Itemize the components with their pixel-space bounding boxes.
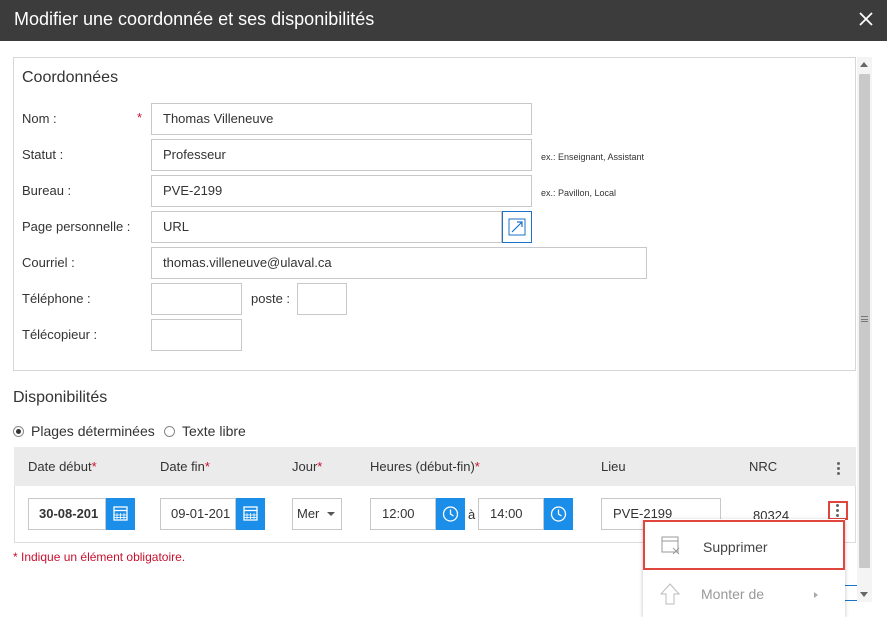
- heure-debut-input[interactable]: 12:00: [370, 498, 436, 530]
- partial-button-edge[interactable]: [845, 585, 857, 601]
- statut-label: Statut :: [22, 147, 64, 162]
- nom-label: Nom :: [22, 111, 57, 126]
- clock-icon: [550, 506, 567, 522]
- statut-hint: ex.: Enseignant, Assistant: [541, 152, 645, 162]
- page-perso-label: Page personnelle :: [22, 219, 131, 234]
- dialog-titlebar: Modifier une coordonnée et ses disponibi…: [0, 0, 887, 41]
- scroll-down-icon[interactable]: [860, 592, 868, 597]
- col-jour: Jour*: [292, 459, 323, 474]
- radio-texte-libre[interactable]: [164, 426, 175, 437]
- scroll-up-icon[interactable]: [860, 62, 868, 67]
- context-menu: Supprimer Monter de: [643, 519, 845, 617]
- telecopieur-label: Télécopieur :: [22, 327, 98, 342]
- calendar-icon: [243, 506, 258, 521]
- calendar-button[interactable]: [106, 498, 135, 530]
- page-perso-input[interactable]: URL: [151, 211, 502, 243]
- chevron-down-icon: [327, 512, 335, 516]
- open-link-button[interactable]: [502, 211, 532, 243]
- required-mark: *: [137, 110, 143, 125]
- col-lieu: Lieu: [601, 459, 626, 474]
- telephone-label: Téléphone :: [22, 291, 91, 306]
- calendar-button[interactable]: [236, 498, 265, 530]
- delete-window-icon: [661, 536, 680, 555]
- nom-input[interactable]: Thomas Villeneuve: [151, 103, 532, 135]
- row-kebab-icon[interactable]: [836, 504, 840, 519]
- poste-input[interactable]: [297, 283, 347, 315]
- date-debut-input[interactable]: 30-08-201: [28, 498, 106, 530]
- bureau-input[interactable]: PVE-2199: [151, 175, 532, 207]
- chevron-right-icon: [814, 592, 818, 598]
- statut-input[interactable]: Professeur: [151, 139, 532, 171]
- heure-fin-input[interactable]: 14:00: [478, 498, 544, 530]
- disponibilites-title: Disponibilités: [13, 389, 108, 406]
- dialog-title: Modifier une coordonnée et ses disponibi…: [14, 9, 375, 29]
- coordonnees-title: Coordonnées: [22, 69, 119, 86]
- bureau-hint: ex.: Pavillon, Local: [541, 188, 617, 198]
- radio-plages-label[interactable]: Plages déterminées: [31, 423, 155, 439]
- col-date-fin: Date fin*: [160, 459, 210, 474]
- radio-plages[interactable]: [13, 426, 24, 437]
- clock-button[interactable]: [544, 498, 573, 530]
- col-date-debut: Date début*: [28, 459, 97, 474]
- jour-select[interactable]: Mer: [292, 498, 342, 530]
- telephone-input[interactable]: [151, 283, 242, 315]
- menu-item-label: Supprimer: [703, 539, 768, 555]
- time-separator: à: [468, 507, 476, 522]
- jour-value: Mer: [297, 506, 320, 521]
- arrow-up-icon: [659, 583, 681, 605]
- courriel-label: Courriel :: [22, 255, 75, 270]
- poste-label: poste :: [251, 291, 291, 306]
- calendar-icon: [113, 506, 128, 521]
- close-icon[interactable]: [855, 8, 877, 30]
- menu-item-label: Monter de: [701, 586, 765, 602]
- clock-button[interactable]: [436, 498, 465, 530]
- scroll-grip-mid: [861, 319, 868, 320]
- date-fin-input[interactable]: 09-01-201: [160, 498, 236, 530]
- menu-item-supprimer[interactable]: Supprimer: [643, 520, 845, 570]
- radio-texte-libre-label[interactable]: Texte libre: [182, 423, 246, 439]
- courriel-input[interactable]: thomas.villeneuve@ulaval.ca: [151, 247, 647, 279]
- clock-icon: [442, 506, 459, 522]
- header-kebab-icon[interactable]: [837, 462, 841, 477]
- col-heures: Heures (début-fin)*: [370, 459, 480, 474]
- telecopieur-input[interactable]: [151, 319, 242, 351]
- required-footnote: * Indique un élément obligatoire.: [13, 550, 186, 564]
- external-link-icon: [508, 218, 526, 236]
- menu-item-monter[interactable]: Monter de: [643, 570, 845, 617]
- bureau-label: Bureau :: [22, 183, 72, 198]
- col-nrc: NRC: [749, 459, 778, 474]
